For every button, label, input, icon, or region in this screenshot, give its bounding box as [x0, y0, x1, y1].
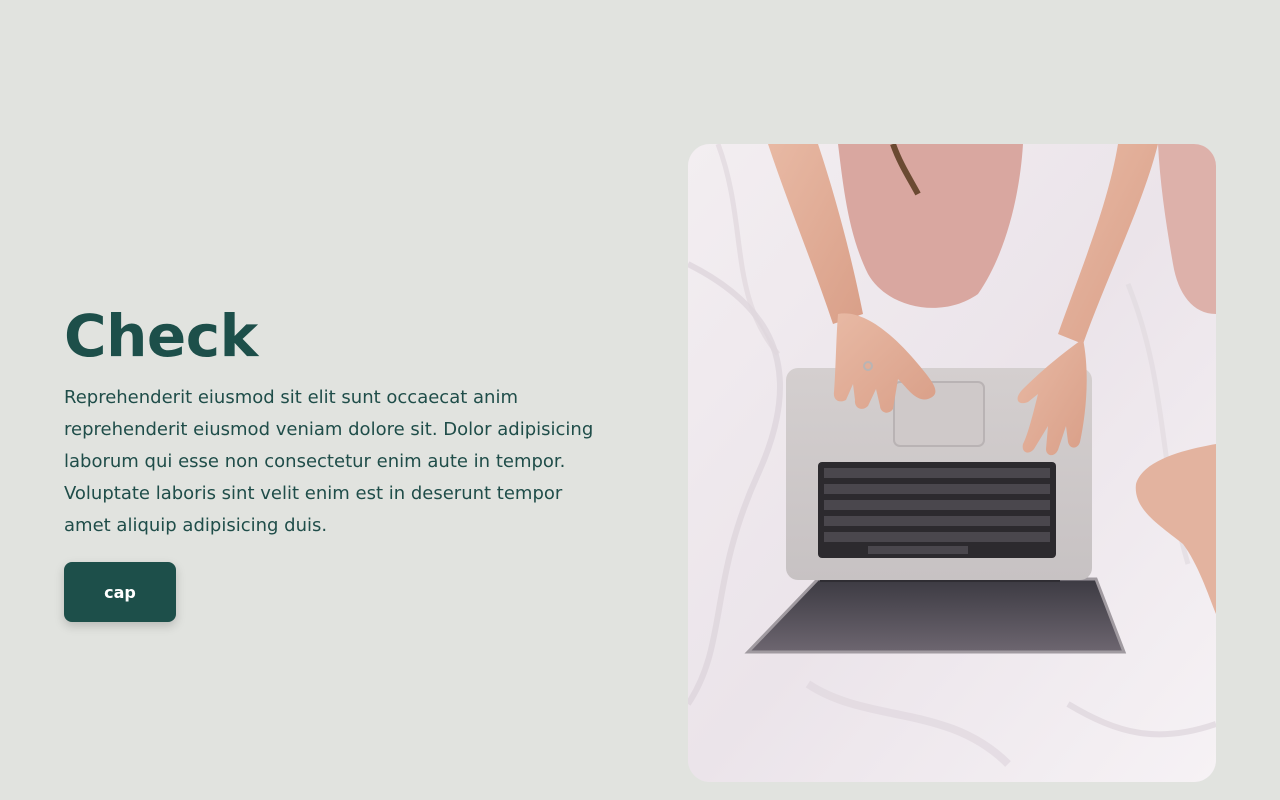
hero-title: Check — [64, 302, 258, 370]
hero-description: Reprehenderit eiusmod sit elit sunt occa… — [64, 387, 594, 536]
cta-button[interactable]: cap — [64, 562, 176, 622]
laptop-on-bed-illustration — [688, 144, 1216, 782]
hero-photo — [688, 144, 1216, 782]
page: Check Reprehenderit eiusmod sit elit sun… — [0, 0, 1280, 800]
hero-content: Check Reprehenderit eiusmod sit elit sun… — [64, 300, 604, 622]
